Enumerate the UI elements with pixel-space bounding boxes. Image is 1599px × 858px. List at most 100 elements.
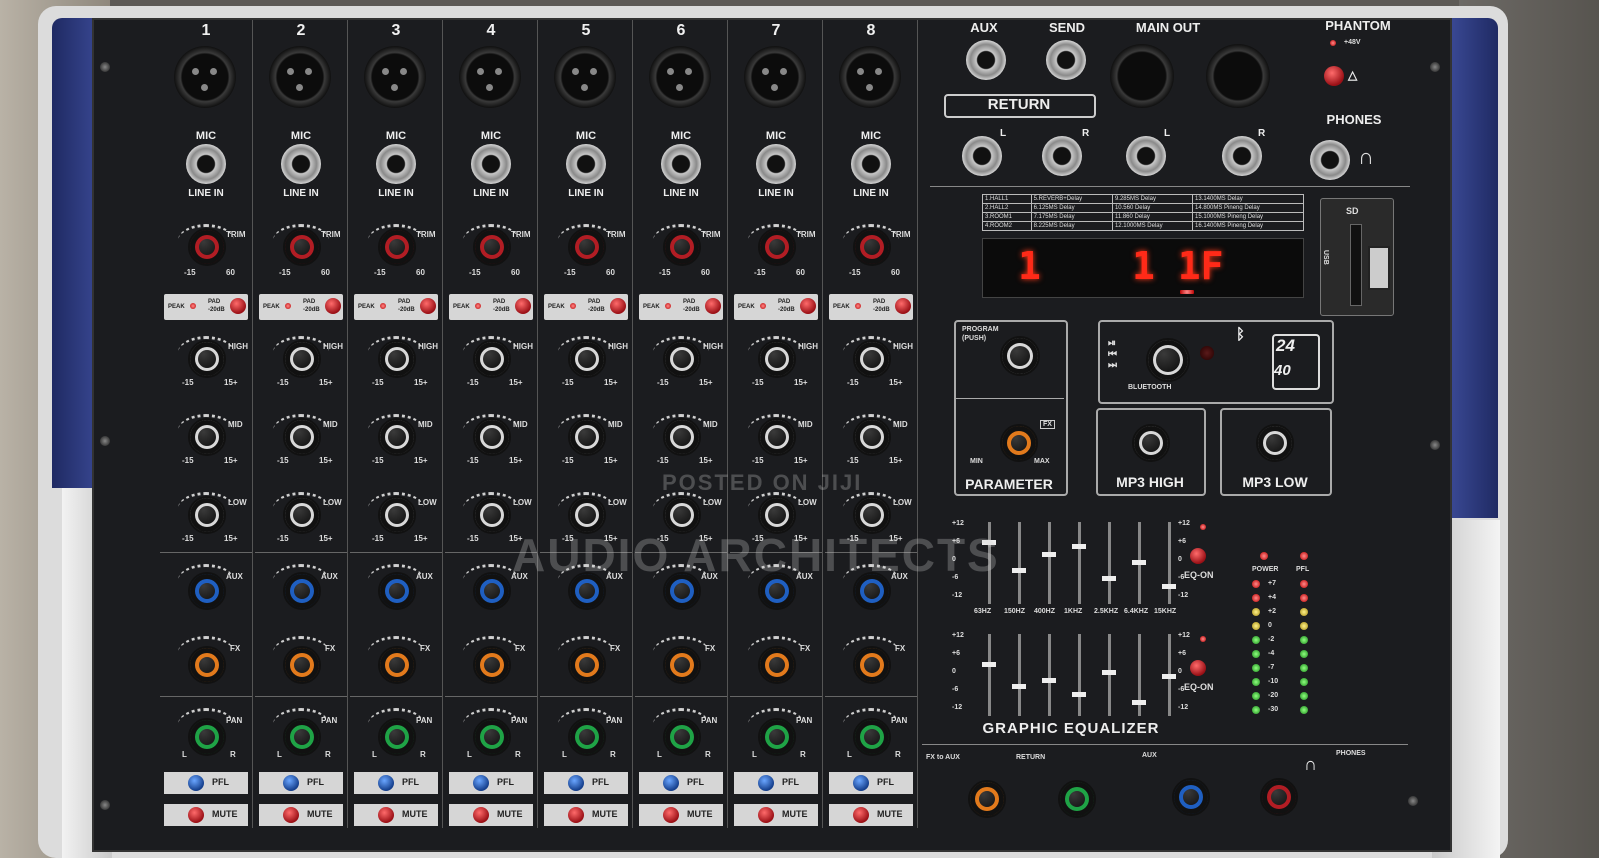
pad-button[interactable] — [610, 298, 626, 314]
mic-xlr-input[interactable] — [269, 46, 331, 108]
pad-button[interactable] — [705, 298, 721, 314]
pfl-button[interactable] — [188, 775, 204, 791]
mute-button[interactable] — [473, 807, 489, 823]
line-in-jack[interactable] — [851, 144, 891, 184]
pfl-button[interactable] — [853, 775, 869, 791]
pan-knob[interactable] — [473, 718, 511, 756]
eq-fader-handle[interactable] — [1102, 670, 1116, 675]
eq-low-knob[interactable] — [283, 496, 321, 534]
line-in-jack[interactable] — [376, 144, 416, 184]
trim-knob[interactable] — [853, 228, 891, 266]
eq-mid-knob[interactable] — [378, 418, 416, 456]
main-out-r-jack[interactable] — [1222, 136, 1262, 176]
eq-high-knob[interactable] — [378, 340, 416, 378]
mic-xlr-input[interactable] — [364, 46, 426, 108]
pan-knob[interactable] — [283, 718, 321, 756]
pfl-button[interactable] — [283, 775, 299, 791]
mute-button[interactable] — [378, 807, 394, 823]
eq-fader-handle[interactable] — [1012, 568, 1026, 573]
eq-mid-knob[interactable] — [473, 418, 511, 456]
eq-high-knob[interactable] — [473, 340, 511, 378]
trim-knob[interactable] — [378, 228, 416, 266]
line-in-jack[interactable] — [281, 144, 321, 184]
pan-knob[interactable] — [663, 718, 701, 756]
eq-mid-knob[interactable] — [283, 418, 321, 456]
pan-knob[interactable] — [853, 718, 891, 756]
pfl-button[interactable] — [568, 775, 584, 791]
eq-low-knob[interactable] — [473, 496, 511, 534]
fx-send-jack[interactable] — [1046, 40, 1086, 80]
eq-mid-knob[interactable] — [663, 418, 701, 456]
return-r-jack[interactable] — [1042, 136, 1082, 176]
pan-knob[interactable] — [758, 718, 796, 756]
bluetooth-encoder-knob[interactable] — [1146, 338, 1190, 382]
return-level-knob[interactable] — [1058, 780, 1096, 818]
trim-knob[interactable] — [188, 228, 226, 266]
eq-fader-handle[interactable] — [1072, 544, 1086, 549]
trim-knob[interactable] — [758, 228, 796, 266]
main-out-l-jack[interactable] — [1126, 136, 1166, 176]
fx-send-knob[interactable] — [568, 646, 606, 684]
eq-mid-knob[interactable] — [568, 418, 606, 456]
eq-high-knob[interactable] — [853, 340, 891, 378]
pad-button[interactable] — [420, 298, 436, 314]
pad-button[interactable] — [325, 298, 341, 314]
mute-button[interactable] — [663, 807, 679, 823]
eq-mid-knob[interactable] — [188, 418, 226, 456]
aux-send-knob[interactable] — [473, 572, 511, 610]
eq-low-knob[interactable] — [378, 496, 416, 534]
aux-send-knob[interactable] — [188, 572, 226, 610]
mic-xlr-input[interactable] — [174, 46, 236, 108]
eq-high-knob[interactable] — [663, 340, 701, 378]
eq-fader-handle[interactable] — [1072, 692, 1086, 697]
eq-fader-handle[interactable] — [1132, 700, 1146, 705]
aux-send-knob[interactable] — [283, 572, 321, 610]
pfl-button[interactable] — [758, 775, 774, 791]
fx-send-knob[interactable] — [853, 646, 891, 684]
phantom-button[interactable] — [1324, 66, 1344, 86]
eq-mid-knob[interactable] — [853, 418, 891, 456]
transport-icons[interactable]: ⏯ ⏮ ⏭ — [1108, 338, 1117, 371]
fx-send-knob[interactable] — [473, 646, 511, 684]
eq-high-knob[interactable] — [188, 340, 226, 378]
pan-knob[interactable] — [568, 718, 606, 756]
pad-button[interactable] — [515, 298, 531, 314]
eq-high-knob[interactable] — [283, 340, 321, 378]
eq-on-button[interactable] — [1190, 660, 1206, 676]
eq-fader-handle[interactable] — [1042, 678, 1056, 683]
trim-knob[interactable] — [283, 228, 321, 266]
line-in-jack[interactable] — [756, 144, 796, 184]
mic-xlr-input[interactable] — [554, 46, 616, 108]
eq-fader-handle[interactable] — [1132, 560, 1146, 565]
eq-fader-handle[interactable] — [1042, 552, 1056, 557]
mic-xlr-input[interactable] — [839, 46, 901, 108]
pfl-button[interactable] — [663, 775, 679, 791]
usb-port[interactable] — [1368, 246, 1390, 290]
main-out-l-xlr[interactable] — [1110, 44, 1174, 108]
mp3-high-knob[interactable] — [1132, 424, 1170, 462]
pad-button[interactable] — [230, 298, 246, 314]
aux-send-knob[interactable] — [378, 572, 416, 610]
fx-send-knob[interactable] — [758, 646, 796, 684]
mic-xlr-input[interactable] — [744, 46, 806, 108]
eq-high-knob[interactable] — [568, 340, 606, 378]
pan-knob[interactable] — [378, 718, 416, 756]
pad-button[interactable] — [895, 298, 911, 314]
pad-button[interactable] — [800, 298, 816, 314]
trim-knob[interactable] — [663, 228, 701, 266]
line-in-jack[interactable] — [566, 144, 606, 184]
phones-jack[interactable] — [1310, 140, 1350, 180]
eq-high-knob[interactable] — [758, 340, 796, 378]
aux-send-jack[interactable] — [966, 40, 1006, 80]
trim-knob[interactable] — [568, 228, 606, 266]
return-l-jack[interactable] — [962, 136, 1002, 176]
mic-xlr-input[interactable] — [459, 46, 521, 108]
mic-xlr-input[interactable] — [649, 46, 711, 108]
sd-card-slot[interactable] — [1350, 224, 1362, 306]
fx-send-knob[interactable] — [283, 646, 321, 684]
program-encoder-knob[interactable] — [1000, 336, 1040, 376]
mute-button[interactable] — [188, 807, 204, 823]
mute-button[interactable] — [758, 807, 774, 823]
eq-fader-handle[interactable] — [1162, 674, 1176, 679]
bluetooth-button[interactable] — [1200, 346, 1214, 360]
